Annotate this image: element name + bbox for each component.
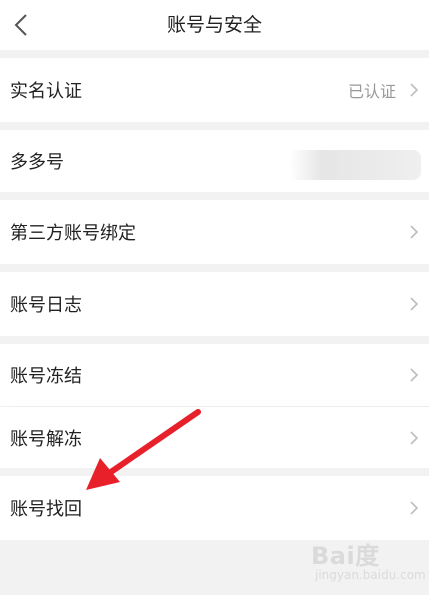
row-label: 账号日志 — [10, 295, 82, 316]
verification-status: 已认证 — [347, 82, 396, 101]
row-label: 账号找回 — [10, 499, 82, 520]
chevron-right-icon — [410, 225, 419, 239]
row-account-unfreeze[interactable]: 账号解冻 — [0, 407, 429, 468]
chevron-right-icon — [410, 430, 419, 445]
row-label: 多多号 — [10, 152, 64, 173]
header-bar: 账号与安全 — [0, 0, 429, 50]
blurred-id-value — [289, 150, 421, 180]
row-label: 账号解冻 — [10, 428, 82, 450]
page-title: 账号与安全 — [166, 14, 262, 36]
row-account-log[interactable]: 账号日志 — [0, 272, 429, 336]
row-label: 第三方账号绑定 — [10, 223, 136, 244]
watermark-brand: Bai度 — [311, 542, 380, 570]
chevron-right-icon — [410, 501, 419, 515]
row-label: 实名认证 — [10, 81, 82, 102]
row-account-freeze[interactable]: 账号冻结 — [0, 344, 429, 406]
baidu-watermark: Bai度 jingyan.baidu.com — [311, 536, 426, 588]
row-third-party-binding[interactable]: 第三方账号绑定 — [0, 200, 429, 264]
row-real-name-verification[interactable]: 实名认证 已认证 — [0, 58, 429, 122]
row-account-recovery[interactable]: 账号找回 — [0, 476, 429, 540]
chevron-right-icon — [410, 368, 419, 382]
chevron-right-icon — [410, 297, 419, 311]
row-duoduo-id[interactable]: 多多号 — [0, 130, 429, 192]
row-label: 账号冻结 — [10, 366, 82, 387]
watermark-url: jingyan.baidu.com — [315, 568, 426, 582]
chevron-right-icon — [410, 83, 419, 97]
